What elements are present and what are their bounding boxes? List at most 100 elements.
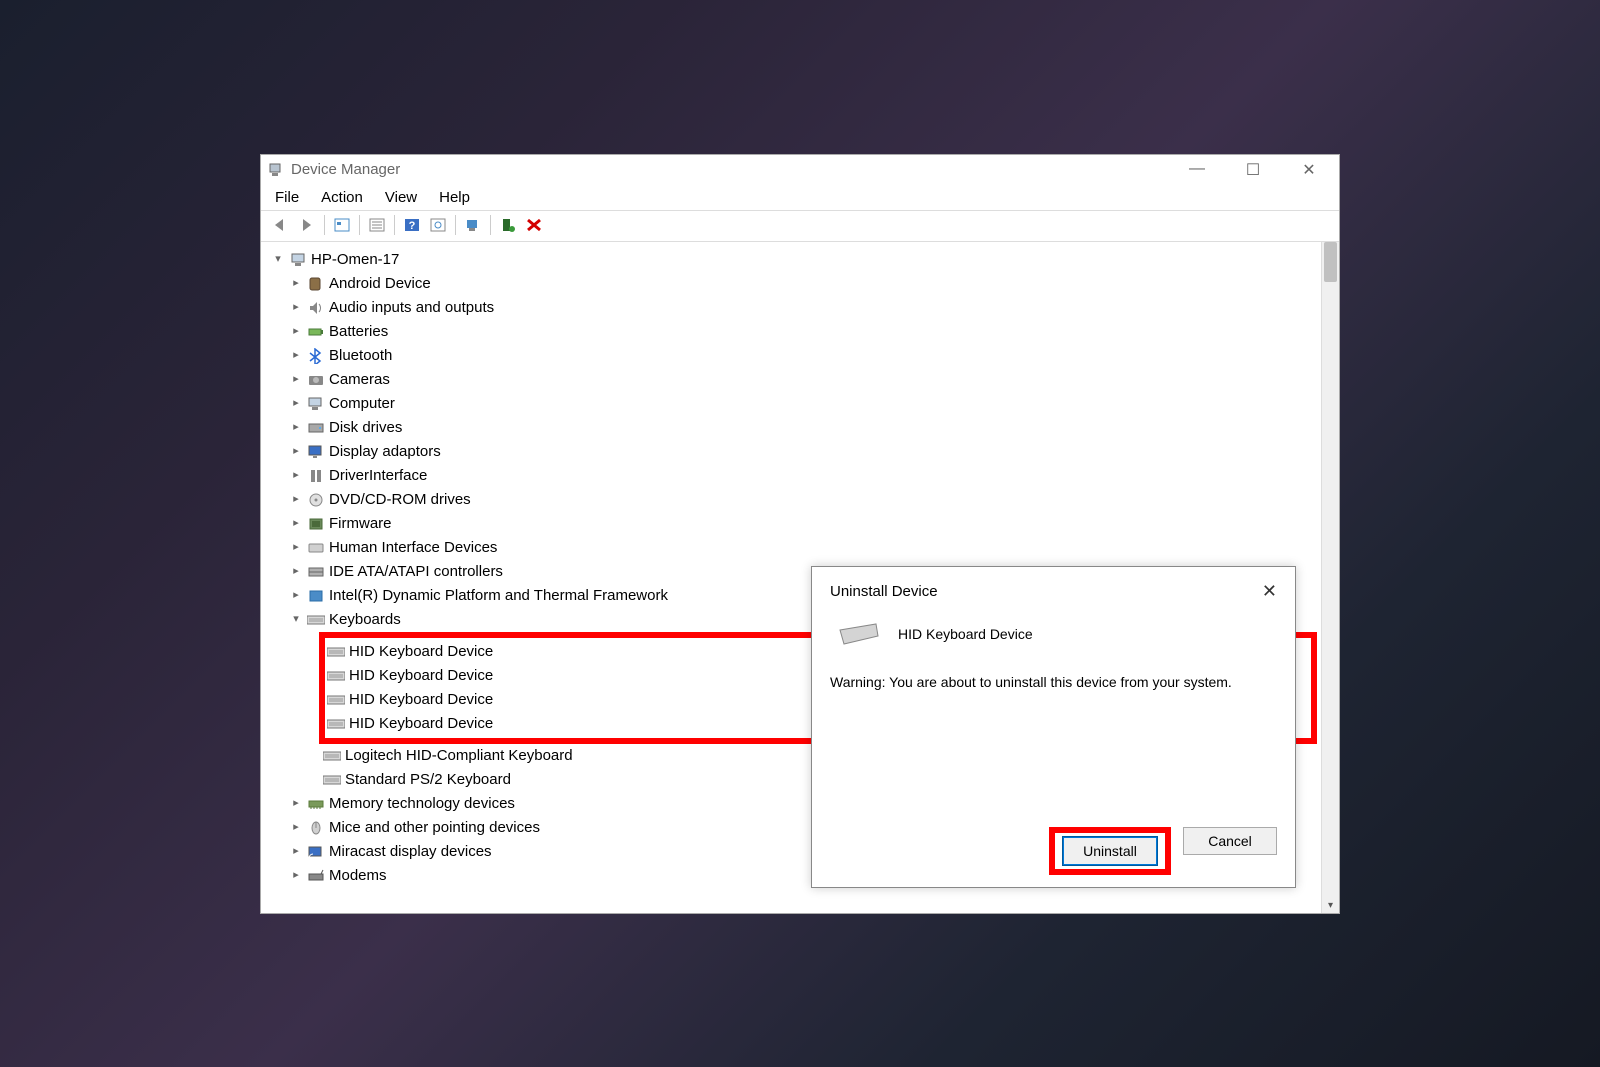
caret-icon[interactable] — [271, 251, 285, 269]
window-controls: — ☐ ✕ — [1183, 160, 1333, 180]
menu-bar: File Action View Help — [261, 185, 1339, 210]
menu-help[interactable]: Help — [439, 189, 470, 206]
tree-root[interactable]: HP-Omen-17 — [271, 248, 1317, 272]
firmware-icon — [307, 516, 325, 532]
dialog-warning-text: Warning: You are about to uninstall this… — [830, 674, 1277, 690]
caret-icon[interactable] — [289, 395, 303, 413]
menu-action[interactable]: Action — [321, 189, 363, 206]
disk-icon — [307, 420, 325, 436]
caret-icon[interactable] — [289, 299, 303, 317]
modem-icon — [307, 868, 325, 884]
toolbar: ? — [261, 210, 1339, 242]
tree-category[interactable]: Cameras — [289, 368, 1317, 392]
tree-category-label: Bluetooth — [329, 344, 392, 368]
tree-category-label: Miracast display devices — [329, 840, 492, 864]
tree-category-label: IDE ATA/ATAPI controllers — [329, 560, 503, 584]
keyboard-icon — [323, 772, 341, 788]
tree-category-label: Memory technology devices — [329, 792, 515, 816]
update-driver-icon[interactable] — [461, 213, 485, 237]
keyboard-icon — [327, 644, 345, 660]
caret-icon[interactable] — [289, 275, 303, 293]
caret-icon[interactable] — [289, 867, 303, 885]
uninstall-device-icon[interactable] — [496, 213, 520, 237]
tree-root-label: HP-Omen-17 — [311, 248, 399, 272]
tree-category[interactable]: Bluetooth — [289, 344, 1317, 368]
mouse-icon — [307, 820, 325, 836]
caret-icon[interactable] — [289, 611, 303, 629]
show-hidden-icon[interactable] — [330, 213, 354, 237]
cancel-button[interactable]: Cancel — [1183, 827, 1277, 855]
caret-icon[interactable] — [289, 323, 303, 341]
minimize-button[interactable]: — — [1183, 160, 1211, 180]
tree-category[interactable]: Firmware — [289, 512, 1317, 536]
scroll-down-icon[interactable]: ▾ — [1322, 900, 1339, 911]
menu-file[interactable]: File — [275, 189, 299, 206]
caret-icon[interactable] — [289, 795, 303, 813]
audio-icon — [307, 300, 325, 316]
caret-icon[interactable] — [289, 371, 303, 389]
highlight-red-box: Uninstall — [1049, 827, 1171, 875]
tree-item-label: Standard PS/2 Keyboard — [345, 768, 511, 792]
tree-category[interactable]: Android Device — [289, 272, 1317, 296]
display-icon — [307, 444, 325, 460]
miracast-icon — [307, 844, 325, 860]
device-manager-window: Device Manager — ☐ ✕ File Action View He… — [260, 154, 1340, 914]
svg-text:?: ? — [409, 220, 416, 232]
properties-icon[interactable] — [365, 213, 389, 237]
caret-icon[interactable] — [289, 587, 303, 605]
tree-category[interactable]: Human Interface Devices — [289, 536, 1317, 560]
keyboard-icon — [323, 748, 341, 764]
keyboard-icon — [327, 692, 345, 708]
tree-category-label: Intel(R) Dynamic Platform and Thermal Fr… — [329, 584, 668, 608]
tree-category[interactable]: Display adaptors — [289, 440, 1317, 464]
maximize-button[interactable]: ☐ — [1239, 160, 1267, 180]
tree-category[interactable]: DriverInterface — [289, 464, 1317, 488]
camera-icon — [307, 372, 325, 388]
forward-icon[interactable] — [295, 213, 319, 237]
scrollbar-thumb[interactable] — [1324, 242, 1337, 282]
tree-category-label: Mice and other pointing devices — [329, 816, 540, 840]
caret-icon[interactable] — [289, 467, 303, 485]
computer-icon — [289, 252, 307, 268]
app-icon — [267, 162, 283, 178]
menu-view[interactable]: View — [385, 189, 417, 206]
uninstall-device-dialog: Uninstall Device ✕ HID Keyboard Device W… — [811, 566, 1296, 888]
caret-icon[interactable] — [289, 419, 303, 437]
caret-icon[interactable] — [289, 347, 303, 365]
caret-icon[interactable] — [289, 843, 303, 861]
tree-category-label: DVD/CD-ROM drives — [329, 488, 471, 512]
tree-category-label: Batteries — [329, 320, 388, 344]
dialog-close-button[interactable]: ✕ — [1262, 581, 1277, 602]
vertical-scrollbar[interactable]: ▴ ▾ — [1321, 242, 1339, 913]
caret-icon[interactable] — [289, 491, 303, 509]
caret-icon[interactable] — [289, 563, 303, 581]
ide-icon — [307, 564, 325, 580]
tree-category-label: Modems — [329, 864, 387, 888]
help-icon[interactable]: ? — [400, 213, 424, 237]
back-icon[interactable] — [269, 213, 293, 237]
tree-category-label: Keyboards — [329, 608, 401, 632]
close-button[interactable]: ✕ — [1295, 160, 1323, 180]
caret-icon[interactable] — [289, 443, 303, 461]
keyboard-icon — [838, 622, 880, 646]
delete-icon[interactable] — [522, 213, 546, 237]
keyboard-icon — [327, 668, 345, 684]
uninstall-button[interactable]: Uninstall — [1063, 837, 1157, 865]
android-icon — [307, 276, 325, 292]
scan-icon[interactable] — [426, 213, 450, 237]
tree-category[interactable]: Audio inputs and outputs — [289, 296, 1317, 320]
caret-icon[interactable] — [289, 515, 303, 533]
title-bar: Device Manager — ☐ ✕ — [261, 155, 1339, 185]
tree-category[interactable]: Disk drives — [289, 416, 1317, 440]
tree-category[interactable]: Batteries — [289, 320, 1317, 344]
caret-icon[interactable] — [289, 819, 303, 837]
tree-category-label: Computer — [329, 392, 395, 416]
tree-item-label: HID Keyboard Device — [349, 688, 493, 712]
tree-category-label: Cameras — [329, 368, 390, 392]
caret-icon[interactable] — [289, 539, 303, 557]
tree-category[interactable]: Computer — [289, 392, 1317, 416]
intel-icon — [307, 588, 325, 604]
tree-category[interactable]: DVD/CD-ROM drives — [289, 488, 1317, 512]
tree-category-label: DriverInterface — [329, 464, 427, 488]
tree-category-label: Android Device — [329, 272, 431, 296]
